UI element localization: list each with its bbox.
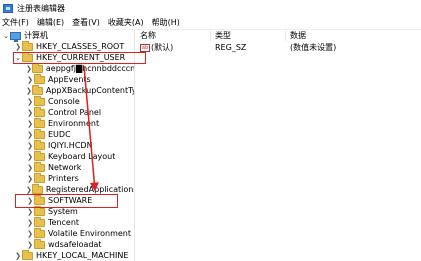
folder-icon (34, 139, 45, 150)
chevron-right-icon[interactable]: ❯ (26, 173, 34, 184)
tree-item-label: Printers (48, 174, 79, 183)
values-pane[interactable]: 名称 类型 数据 ab (默认) REG_SZ (数值未设置) (136, 30, 421, 261)
tree-item-label: Network (48, 163, 82, 172)
folder-icon (34, 73, 45, 84)
column-header-type[interactable]: 类型 (215, 30, 231, 42)
menu-bar: 文件(F) 编辑(E) 查看(V) 收藏夹(A) 帮助(H) (0, 16, 421, 30)
chevron-right-icon[interactable]: ❯ (14, 41, 22, 52)
folder-icon (31, 183, 43, 194)
tree-item-label: AppEvents (48, 75, 91, 84)
tree-item-label: Volatile Environment (48, 229, 131, 238)
tree-item-label: HKEY_CLASSES_ROOT (36, 42, 125, 51)
folder-icon (34, 106, 45, 117)
tree-item-label: HKEY_LOCAL_MACHINE (36, 251, 129, 260)
tree-item-child[interactable]: ❯ Network (0, 161, 134, 173)
computer-icon (10, 31, 21, 42)
chevron-right-icon[interactable]: ❯ (26, 85, 32, 96)
window-title: 注册表编辑器 (17, 3, 65, 13)
tree-item-label: IQIYI.HCDN (48, 141, 93, 150)
tree-item-child[interactable]: ❯ AppEvents (0, 73, 134, 85)
folder-icon (34, 117, 45, 128)
tree-item-hkcr[interactable]: ❯ HKEY_CLASSES_ROOT (0, 40, 134, 52)
tree-item-child[interactable]: ❯ IQIYI.HCDN (0, 139, 134, 151)
chevron-right-icon[interactable]: ❯ (26, 107, 34, 118)
chevron-right-icon[interactable]: ❯ (26, 118, 34, 129)
chevron-right-icon[interactable]: ❯ (26, 217, 34, 228)
folder-icon (31, 84, 43, 95)
chevron-right-icon[interactable]: ❯ (26, 151, 34, 162)
tree-item-label: AppXBackupContentTy (45, 86, 135, 95)
tree-item-label: Tencent (48, 218, 80, 227)
folder-icon (34, 238, 45, 249)
tree-item-label: 计算机 (24, 31, 48, 40)
tree-item-label: Control Panel (48, 108, 102, 117)
value-name: (默认) (151, 43, 174, 52)
chevron-right-icon[interactable]: ❯ (26, 239, 34, 250)
menu-favorites[interactable]: 收藏夹(A) (104, 16, 148, 30)
tree-item-child[interactable]: ❯ EUDC (0, 128, 134, 140)
tree-item-child[interactable]: ❯ Tencent (0, 216, 134, 228)
folder-icon (34, 95, 45, 106)
menu-view[interactable]: 查看(V) (68, 16, 104, 30)
column-header-name[interactable]: 名称 (140, 30, 156, 42)
column-separator[interactable] (285, 31, 286, 41)
highlight-box-software (15, 194, 118, 208)
folder-icon (34, 161, 45, 172)
chevron-right-icon[interactable]: ❯ (26, 129, 34, 140)
tree-item-child[interactable]: ❯ Keyboard Layout (0, 150, 134, 162)
title-bar: 注册表编辑器 (0, 0, 421, 16)
column-separator[interactable] (210, 31, 211, 41)
menu-edit[interactable]: 编辑(E) (33, 16, 68, 30)
tree-item-computer[interactable]: ⌄ 计算机 (0, 30, 134, 42)
chevron-right-icon[interactable]: ❯ (14, 250, 22, 261)
chevron-right-icon[interactable]: ❯ (26, 140, 34, 151)
folder-icon (34, 205, 45, 216)
tree-item-child[interactable]: ❯ Console (0, 95, 134, 107)
tree-item-child[interactable]: ❯ Printers (0, 172, 134, 184)
tree-item-child[interactable]: ❯ Volatile Environment (0, 227, 134, 239)
tree-item-hklm[interactable]: ❯ HKEY_LOCAL_MACHINE (0, 249, 134, 261)
tree-pane[interactable]: ⌄ 计算机 ❯ HKEY_CLASSES_ROOT ⌄ HKEY_CURRENT… (0, 30, 135, 261)
tree-item-child[interactable]: ❯ Control Panel (0, 106, 134, 118)
tree-item-child[interactable]: ❯ wdsafeloadat (0, 238, 134, 250)
menu-file[interactable]: 文件(F) (0, 16, 33, 30)
tree-item-child[interactable]: ❯ aeppgfj▇hcnnbddcccn (0, 62, 135, 74)
menu-help[interactable]: 帮助(H) (148, 16, 184, 30)
folder-icon (34, 216, 45, 227)
folder-icon (34, 172, 45, 183)
chevron-down-icon[interactable]: ⌄ (2, 30, 10, 41)
tree-item-child[interactable]: ❯ AppXBackupContentTy (0, 84, 135, 96)
tree-item-label: Console (48, 97, 80, 106)
folder-icon (34, 150, 45, 161)
chevron-right-icon[interactable]: ❯ (26, 96, 34, 107)
value-data: (数值未设置) (290, 43, 337, 52)
tree-item-label: Keyboard Layout (48, 152, 116, 161)
tree-item-label: aeppgfj▇hcnnbddcccn (45, 64, 135, 73)
folder-icon (31, 62, 43, 73)
tree-item-label: wdsafeloadat (48, 240, 102, 249)
folder-icon (34, 227, 45, 238)
highlight-box-hkcu (13, 52, 146, 64)
tree-item-child[interactable]: ❯ Environment (0, 117, 134, 129)
chevron-right-icon[interactable]: ❯ (26, 74, 34, 85)
chevron-right-icon[interactable]: ❯ (26, 162, 34, 173)
registry-editor-icon (3, 3, 13, 13)
chevron-right-icon[interactable]: ❯ (26, 228, 34, 239)
value-row[interactable]: ab (默认) REG_SZ (数值未设置) (140, 42, 410, 53)
tree-item-label: EUDC (48, 130, 71, 139)
tree-item-label: Environment (48, 119, 100, 128)
string-value-icon: ab (140, 43, 150, 52)
folder-icon (22, 249, 33, 260)
folder-icon (22, 40, 33, 51)
column-header-data[interactable]: 数据 (290, 30, 306, 42)
folder-icon (34, 128, 45, 139)
chevron-right-icon[interactable]: ❯ (26, 63, 32, 74)
value-type: REG_SZ (215, 43, 247, 52)
